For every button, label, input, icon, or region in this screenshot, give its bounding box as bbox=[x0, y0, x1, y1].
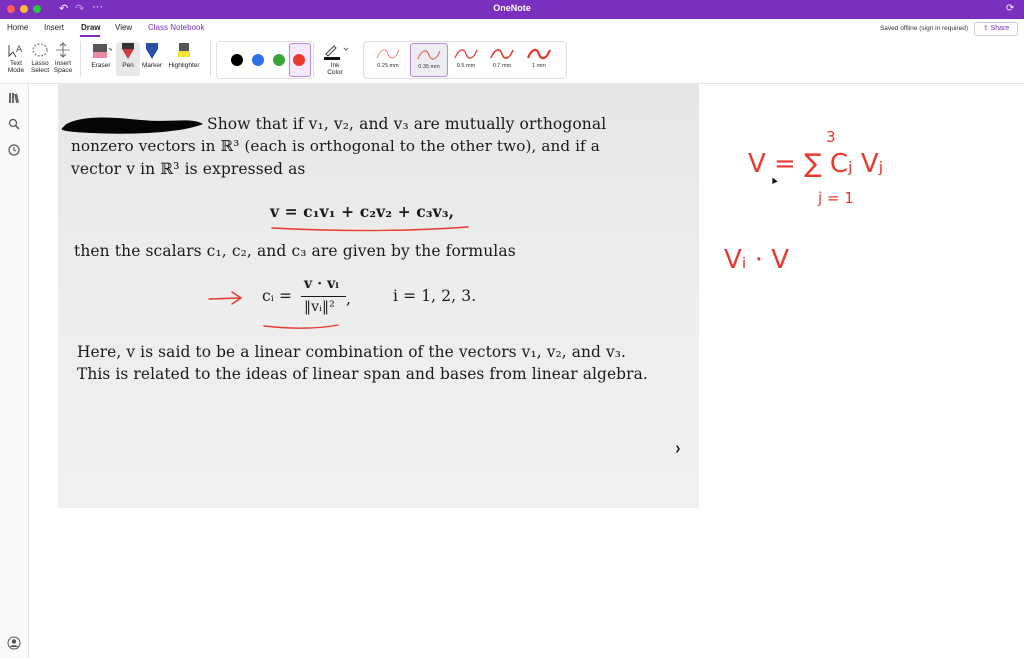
pen-stroke-icon bbox=[526, 48, 552, 60]
problem-text-line: then the scalars c₁, c₂, and c₃ are give… bbox=[74, 242, 516, 260]
insert-space-icon bbox=[56, 42, 70, 58]
formula-comma: , bbox=[346, 290, 352, 308]
pen-stroke-icon bbox=[417, 50, 441, 60]
pen-button[interactable]: Pen bbox=[116, 42, 140, 76]
tab-home[interactable]: Home bbox=[7, 23, 28, 32]
search-icon[interactable] bbox=[8, 118, 20, 130]
highlighter-button[interactable]: Highlighter bbox=[166, 42, 202, 69]
eraser-button[interactable]: Eraser bbox=[88, 42, 114, 69]
svg-text:A: A bbox=[16, 45, 23, 55]
tab-class-notebook[interactable]: Class Notebook bbox=[148, 23, 204, 32]
app-title: OneNote bbox=[493, 3, 531, 13]
marker-button[interactable]: Marker bbox=[140, 42, 164, 69]
tab-view[interactable]: View bbox=[115, 23, 132, 32]
notebooks-icon[interactable] bbox=[8, 92, 20, 104]
fraction-bar bbox=[301, 296, 346, 297]
eraser-label: Eraser bbox=[91, 62, 111, 69]
insert-space-button[interactable]: Insert Space bbox=[52, 42, 74, 74]
pen-stroke-icon bbox=[490, 49, 514, 59]
problem-text-line: Show that if v₁, v₂, and v₃ are mutually… bbox=[207, 115, 607, 133]
formula-ci-lhs: cᵢ = bbox=[262, 287, 293, 305]
color-swatch-black[interactable] bbox=[231, 54, 243, 66]
share-label: Share bbox=[990, 25, 1010, 32]
eraser-icon bbox=[93, 44, 112, 58]
saved-status: Saved offline (sign in required) bbox=[879, 25, 968, 32]
highlighter-label: Highlighter bbox=[168, 62, 200, 69]
menu-bar: Home Insert Draw View Class Notebook Sav… bbox=[0, 19, 1024, 37]
color-swatch-red[interactable] bbox=[293, 54, 305, 66]
problem-text-line: This is related to the ideas of linear s… bbox=[77, 365, 648, 383]
recent-icon[interactable] bbox=[8, 144, 20, 156]
insert-space-label: Insert Space bbox=[53, 60, 73, 74]
lasso-icon bbox=[32, 43, 48, 57]
ink-color-label: Ink Color bbox=[327, 62, 343, 76]
thickness-label: 0.7 mm bbox=[492, 63, 512, 69]
formula-numerator: v · vᵢ bbox=[304, 276, 339, 292]
thickness-label: 1 mm bbox=[532, 63, 546, 69]
tab-draw[interactable]: Draw bbox=[81, 23, 101, 32]
lasso-select-label: Lasso Select bbox=[30, 60, 50, 74]
thickness-label: 0.35 mm bbox=[418, 64, 440, 70]
marker-icon bbox=[146, 43, 158, 59]
ink-color-icon bbox=[324, 45, 348, 60]
ribbon-divider bbox=[80, 41, 81, 77]
highlighter-icon bbox=[178, 43, 190, 57]
pen-stroke-icon bbox=[454, 49, 478, 59]
thickness-0-35mm[interactable]: 0.35 mm bbox=[410, 43, 448, 77]
title-bar: ↶ ↷ ··· OneNote ⟳ bbox=[0, 0, 1024, 19]
thickness-label: 0.5 mm bbox=[456, 63, 476, 69]
share-icon: ⇪ bbox=[982, 25, 989, 32]
thickness-0-5mm[interactable]: 0.5 mm bbox=[448, 43, 484, 75]
color-swatch-green[interactable] bbox=[273, 54, 285, 66]
sync-icon[interactable]: ⟳ bbox=[1006, 3, 1014, 14]
ink-color-palette bbox=[216, 41, 314, 79]
thickness-label: 0.25 mm bbox=[377, 63, 399, 69]
color-swatch-blue[interactable] bbox=[252, 54, 264, 66]
thickness-1mm[interactable]: 1 mm bbox=[521, 43, 557, 75]
pen-label: Pen bbox=[122, 62, 134, 69]
thickness-0-7mm[interactable]: 0.7 mm bbox=[484, 43, 520, 75]
text-mode-button[interactable]: A Text Mode bbox=[6, 42, 26, 74]
problem-text-line: vector v in ℝ³ is expressed as bbox=[71, 160, 306, 178]
problem-text-line: Here, v is said to be a linear combinati… bbox=[77, 343, 627, 361]
text-mode-label: Text Mode bbox=[7, 60, 25, 74]
formula-index-range: i = 1, 2, 3. bbox=[393, 287, 477, 305]
formula-denominator: ‖vᵢ‖² bbox=[304, 299, 335, 315]
equation-v: v = c₁v₁ + c₂v₂ + c₃v₃, bbox=[270, 202, 455, 221]
pen-icon bbox=[122, 43, 134, 59]
lasso-select-button[interactable]: Lasso Select bbox=[29, 42, 51, 74]
draw-ribbon: A Text Mode Lasso Select Insert Space Er… bbox=[0, 37, 1024, 84]
tab-insert[interactable]: Insert bbox=[44, 23, 64, 32]
text-mode-icon: A bbox=[8, 45, 23, 58]
redaction-scribble bbox=[61, 117, 204, 134]
problem-text-line: nonzero vectors in ℝ³ (each is orthogona… bbox=[71, 137, 600, 155]
ink-color-button[interactable]: Ink Color bbox=[320, 42, 350, 76]
marker-label: Marker bbox=[141, 62, 163, 69]
pen-thickness-gallery: 0.25 mm 0.35 mm 0.5 mm 0.7 mm 1 mm bbox=[363, 41, 567, 79]
thickness-0-25mm[interactable]: 0.25 mm bbox=[370, 43, 406, 75]
ribbon-divider bbox=[210, 41, 211, 77]
share-button[interactable]: ⇪ Share bbox=[974, 22, 1018, 36]
account-icon[interactable] bbox=[7, 636, 21, 650]
pen-stroke-icon bbox=[376, 49, 400, 59]
navigation-sidebar bbox=[0, 84, 29, 658]
